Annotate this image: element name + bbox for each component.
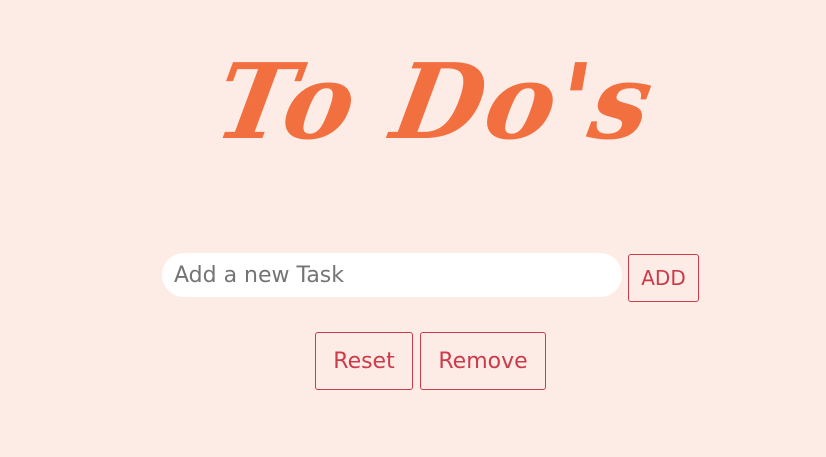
add-button[interactable]: ADD bbox=[628, 254, 699, 302]
task-input[interactable] bbox=[162, 253, 622, 297]
remove-button[interactable]: Remove bbox=[420, 332, 546, 390]
reset-button[interactable]: Reset bbox=[315, 332, 413, 390]
page-title: To Do's bbox=[206, 40, 664, 163]
